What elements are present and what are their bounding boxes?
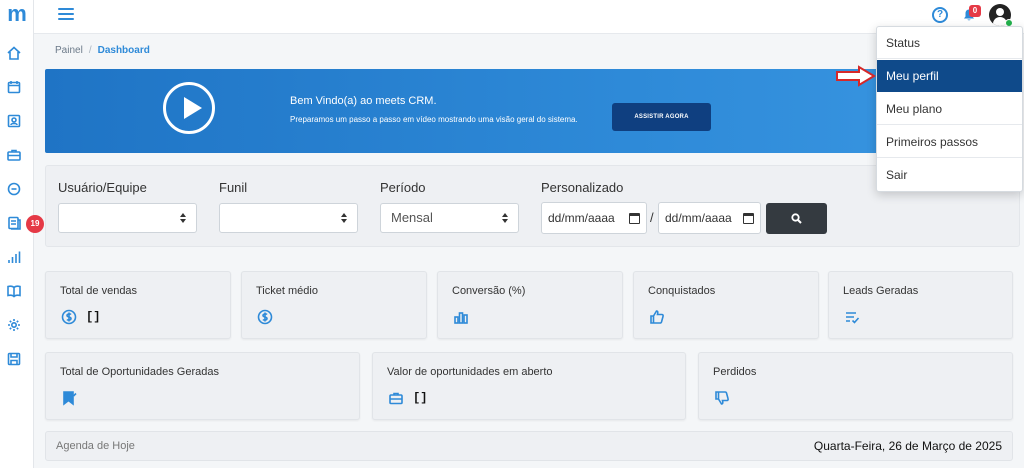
menu-item-first-steps[interactable]: Primeiros passos bbox=[877, 126, 1022, 158]
user-menu-dropdown: Status Meu perfil Meu plano Primeiros pa… bbox=[876, 26, 1023, 192]
breadcrumb: Painel / Dashboard bbox=[55, 45, 150, 56]
custom-period-label: Personalizado bbox=[541, 180, 624, 195]
funnel-select[interactable] bbox=[219, 203, 358, 233]
dollar-icon bbox=[257, 309, 273, 325]
average-ticket-card: Ticket médio bbox=[241, 271, 427, 339]
card-value: [] bbox=[86, 310, 101, 324]
tasks-icon[interactable] bbox=[6, 215, 22, 231]
card-title: Total de vendas bbox=[60, 285, 138, 297]
calendar-icon[interactable] bbox=[629, 213, 640, 224]
card-title: Conversão (%) bbox=[452, 285, 526, 297]
bookmark-icon bbox=[61, 390, 77, 406]
app-logo[interactable]: m bbox=[5, 3, 29, 26]
search-icon bbox=[791, 213, 802, 224]
briefcase-icon[interactable] bbox=[6, 147, 22, 163]
card-title: Ticket médio bbox=[256, 285, 318, 297]
breadcrumb-separator: / bbox=[88, 45, 92, 56]
play-video-button[interactable] bbox=[163, 82, 215, 134]
thumbs-up-icon bbox=[649, 309, 665, 325]
filters-panel: Usuário/Equipe Funil Período Mensal Pers… bbox=[45, 165, 1020, 247]
card-title: Total de Oportunidades Geradas bbox=[60, 366, 219, 378]
period-label: Período bbox=[380, 180, 426, 195]
start-date-placeholder: dd/mm/aaaa bbox=[548, 211, 615, 225]
lost-card: Perdidos bbox=[698, 352, 1013, 420]
select-caret-icon bbox=[180, 211, 188, 225]
tasks-badge: 19 bbox=[26, 215, 44, 233]
annotation-arrow-icon bbox=[836, 65, 876, 87]
bar-chart-icon[interactable] bbox=[6, 249, 22, 265]
notification-badge: 0 bbox=[969, 5, 981, 17]
bar-chart-icon bbox=[453, 309, 469, 325]
generated-leads-card: Leads Geradas bbox=[828, 271, 1013, 339]
search-button[interactable] bbox=[766, 203, 827, 234]
menu-toggle-icon[interactable] bbox=[58, 8, 74, 22]
agenda-date: Quarta-Feira, 26 de Março de 2025 bbox=[813, 439, 1002, 453]
calendar-icon[interactable] bbox=[743, 213, 754, 224]
total-opportunities-card: Total de Oportunidades Geradas bbox=[45, 352, 360, 420]
breadcrumb-parent[interactable]: Painel bbox=[55, 45, 83, 56]
card-value: [] bbox=[413, 391, 428, 405]
save-icon[interactable] bbox=[6, 351, 22, 367]
home-icon[interactable] bbox=[6, 45, 22, 61]
funnel-label: Funil bbox=[219, 180, 248, 195]
won-card: Conquistados bbox=[633, 271, 819, 339]
gear-icon[interactable] bbox=[6, 317, 22, 333]
help-icon[interactable]: ? bbox=[932, 7, 948, 23]
conversion-card: Conversão (%) bbox=[437, 271, 623, 339]
end-date-placeholder: dd/mm/aaaa bbox=[665, 211, 732, 225]
sidebar: m 19 bbox=[0, 0, 44, 468]
thumbs-down-icon bbox=[714, 390, 730, 406]
card-title: Valor de oportunidades em aberto bbox=[387, 366, 553, 378]
total-sales-card: Total de vendas [] bbox=[45, 271, 231, 339]
list-check-icon bbox=[844, 309, 860, 325]
card-title: Perdidos bbox=[713, 366, 757, 378]
banner-title: Bem Vindo(a) ao meets CRM. bbox=[290, 95, 437, 107]
user-team-select[interactable] bbox=[58, 203, 197, 233]
date-separator: / bbox=[650, 210, 654, 225]
book-icon[interactable] bbox=[6, 283, 22, 299]
breadcrumb-current: Dashboard bbox=[97, 45, 150, 56]
period-value: Mensal bbox=[391, 210, 433, 225]
select-caret-icon bbox=[341, 211, 349, 225]
chat-icon[interactable] bbox=[6, 181, 22, 197]
briefcase-icon bbox=[388, 390, 404, 406]
start-date-input[interactable]: dd/mm/aaaa bbox=[541, 202, 647, 234]
period-select[interactable]: Mensal bbox=[380, 203, 519, 233]
dollar-icon bbox=[61, 309, 77, 325]
select-caret-icon bbox=[502, 211, 510, 225]
banner-subtitle: Preparamos um passo a passo em vídeo mos… bbox=[290, 115, 578, 124]
menu-item-logout[interactable]: Sair bbox=[877, 159, 1022, 191]
menu-item-my-profile[interactable]: Meu perfil bbox=[877, 60, 1022, 92]
card-title: Leads Geradas bbox=[843, 285, 919, 297]
watch-now-button[interactable]: ASSISTIR AGORA bbox=[612, 103, 711, 131]
menu-item-my-plan[interactable]: Meu plano bbox=[877, 93, 1022, 125]
card-title: Conquistados bbox=[648, 285, 716, 297]
agenda-title: Agenda de Hoje bbox=[56, 440, 135, 452]
calendar-icon[interactable] bbox=[6, 79, 22, 95]
today-agenda: Agenda de Hoje Quarta-Feira, 26 de Março… bbox=[45, 431, 1013, 461]
contacts-icon[interactable] bbox=[6, 113, 22, 129]
open-opportunities-value-card: Valor de oportunidades em aberto [] bbox=[372, 352, 686, 420]
end-date-input[interactable]: dd/mm/aaaa bbox=[658, 202, 761, 234]
menu-item-status[interactable]: Status bbox=[877, 27, 1022, 59]
user-team-label: Usuário/Equipe bbox=[58, 180, 147, 195]
